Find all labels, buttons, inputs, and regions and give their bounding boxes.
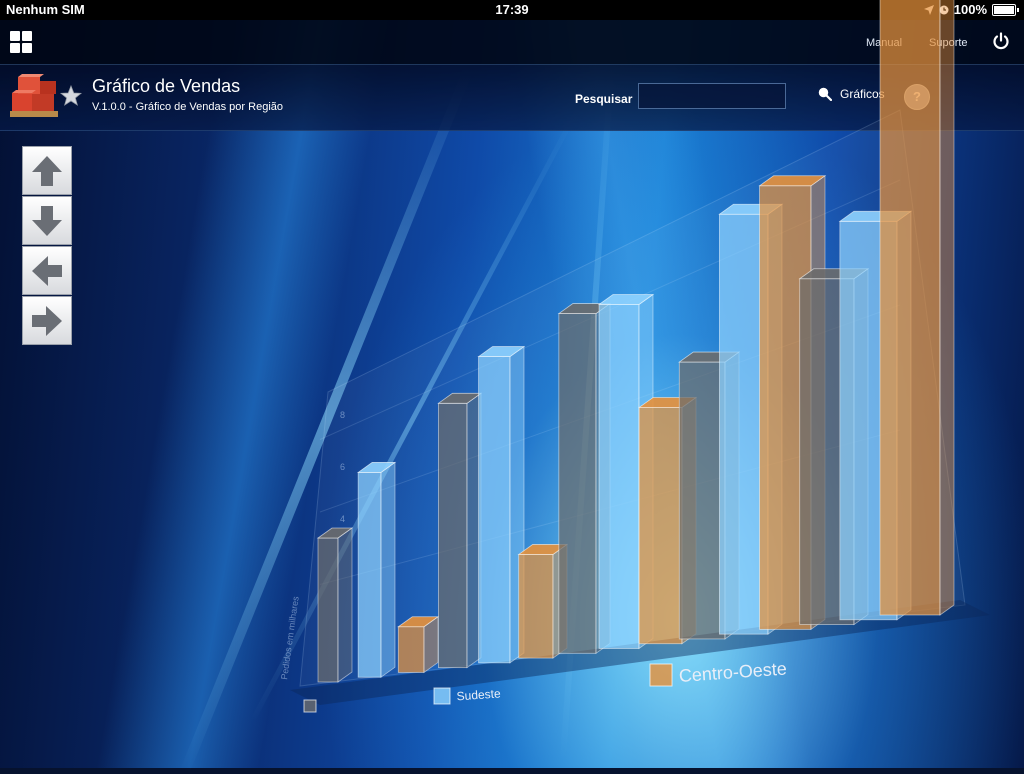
legend-swatch (303, 699, 317, 713)
bar-side (337, 527, 353, 683)
bar-side (380, 461, 396, 678)
bar (558, 313, 597, 654)
bar (438, 402, 468, 669)
bar (598, 304, 640, 649)
bar (678, 361, 726, 640)
bar-side (939, 0, 955, 616)
legend-label: Centro-Oeste (678, 659, 787, 686)
bar (357, 472, 382, 678)
bar (879, 0, 941, 616)
bar (478, 356, 511, 664)
sales-chart[interactable]: 4 6 8 Pedidos em milhares Sudeste Centro-Oest… (0, 0, 1024, 768)
y-tick-label: 4 (340, 514, 345, 524)
y-axis-label: Pedidos em milhares (279, 595, 301, 680)
bar (638, 407, 683, 645)
bar (518, 554, 554, 659)
legend-label: Sudeste (456, 686, 501, 703)
bar (397, 626, 425, 673)
y-tick-label: 6 (340, 462, 345, 472)
legend-swatch (433, 687, 451, 705)
y-tick-label: 8 (340, 410, 345, 420)
bar (317, 537, 339, 683)
legend-swatch (649, 663, 673, 687)
